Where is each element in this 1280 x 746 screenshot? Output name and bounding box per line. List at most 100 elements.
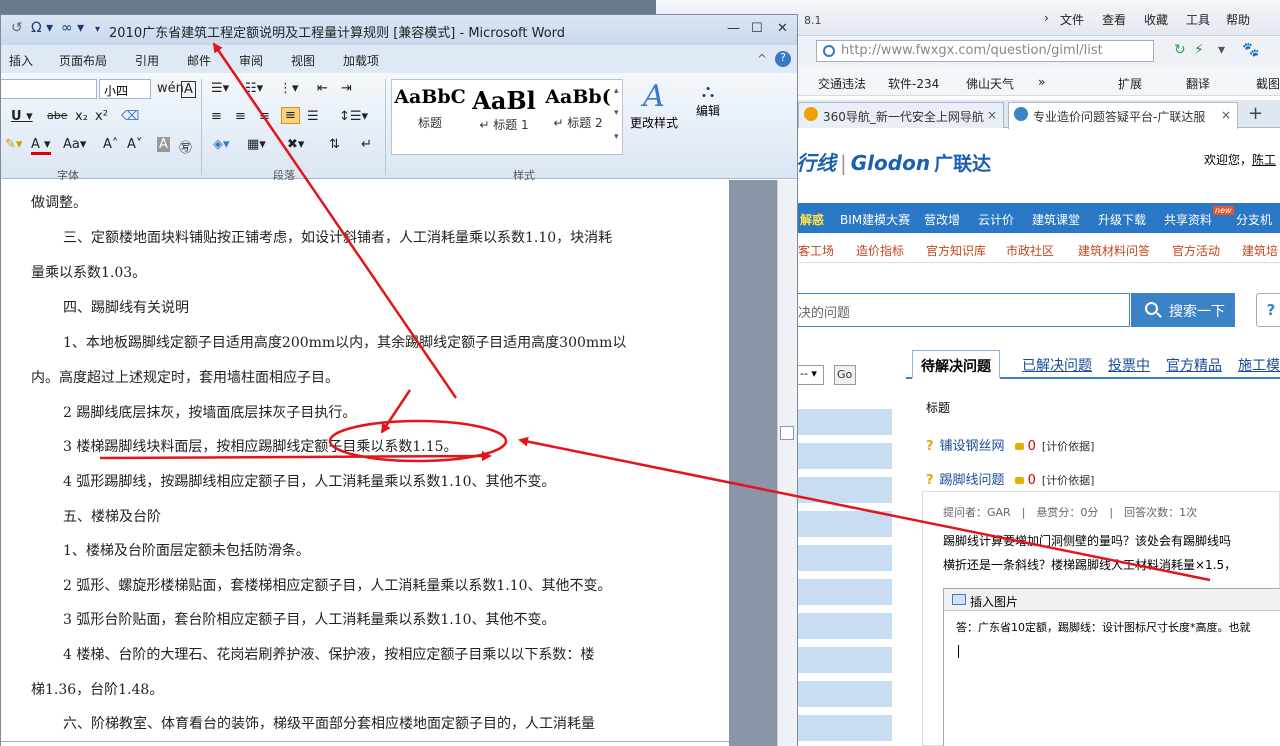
change-styles-button[interactable]: A 更改样式 — [629, 79, 679, 131]
subscript-icon[interactable]: x₂ — [75, 109, 88, 124]
nav-download[interactable]: 升级下载 — [1098, 211, 1146, 228]
undo-icon[interactable]: ↺ — [11, 20, 23, 36]
fav-more-icon[interactable]: » — [1038, 75, 1045, 89]
tab-pending[interactable]: 待解决问题 — [912, 350, 1000, 379]
tab-insert[interactable]: 插入 — [9, 52, 33, 69]
tab-close-icon[interactable]: × — [1221, 108, 1231, 122]
sidebar-row[interactable] — [796, 409, 892, 435]
new-tab-button[interactable]: + — [1248, 103, 1263, 124]
fav-screenshot[interactable]: 截图 — [1256, 75, 1280, 92]
nav-yunjijia[interactable]: 云计价 — [978, 211, 1014, 228]
ribbon-minimize-icon[interactable]: ^ — [757, 52, 767, 66]
nav2-index[interactable]: 造价指标 — [856, 242, 904, 259]
nav-yinggaizeng[interactable]: 营改增 — [924, 211, 960, 228]
answer-text[interactable]: 答：广东省10定额，踢脚线：设计图标尺寸长度*高度。也就 — [944, 611, 1280, 635]
image-icon[interactable] — [952, 594, 966, 605]
font-name-box[interactable] — [1, 79, 97, 99]
nav-jiehuo[interactable]: 解惑 — [800, 211, 824, 228]
menu-help[interactable]: 帮助 — [1226, 11, 1250, 28]
sidebar-row[interactable] — [796, 613, 892, 639]
tab-construction[interactable]: 施工模 — [1238, 355, 1280, 375]
insert-image-button[interactable]: 插入图片 — [970, 595, 1018, 609]
fav-traffic[interactable]: 交通违法 — [818, 75, 866, 92]
font-color-icon[interactable]: A ▾ — [31, 137, 51, 155]
tab-page-layout[interactable]: 页面布局 — [59, 52, 107, 69]
bullets-icon[interactable]: ☰▾ — [211, 81, 229, 96]
sidebar-row[interactable] — [796, 443, 892, 469]
nav2-municipal[interactable]: 市政社区 — [1006, 242, 1054, 259]
maximize-button[interactable]: ☐ — [751, 21, 763, 36]
document-page[interactable]: 做调整。 三、定额楼地面块料铺贴按正铺考虑，如设计斜铺者，人工消耗量乘以系数1.… — [1, 180, 729, 746]
sidebar-row[interactable] — [796, 511, 892, 537]
fav-extension[interactable]: 扩展 — [1118, 75, 1142, 92]
lightning-icon[interactable]: ⚡ — [1194, 42, 1204, 58]
menu-favorites[interactable]: 收藏 — [1144, 11, 1168, 28]
close-button[interactable]: ✕ — [777, 21, 788, 36]
fav-translate[interactable]: 翻译 — [1186, 75, 1210, 92]
sidebar-row[interactable] — [796, 545, 892, 571]
user-link[interactable]: 陈工 — [1252, 153, 1276, 167]
address-bar[interactable]: http://www.fwxgx.com/question/giml/list — [816, 40, 1154, 62]
question-link[interactable]: 铺设钢丝网 — [940, 439, 1005, 454]
gallery-more-icon[interactable]: ▾ — [614, 132, 619, 142]
refresh-icon[interactable]: ↻ — [1174, 42, 1186, 58]
editing-button[interactable]: ⛬ 编辑 — [691, 81, 725, 119]
grow-font-icon[interactable]: A˄ — [103, 137, 118, 152]
align-right-icon[interactable]: ≡ — [259, 109, 270, 124]
search-button[interactable]: 搜索一下 — [1131, 293, 1235, 327]
line-spacing-icon[interactable]: ↕☰▾ — [339, 109, 368, 124]
tab-official[interactable]: 官方精品 — [1166, 355, 1222, 375]
sidebar-row[interactable] — [796, 715, 892, 741]
search-input[interactable]: 决的问题 — [796, 293, 1130, 327]
nav-branch[interactable]: 分支机 — [1236, 211, 1272, 228]
tab-review[interactable]: 审阅 — [239, 52, 263, 69]
gallery-down-icon[interactable]: ▾ — [614, 108, 619, 118]
nav2-kegongchang[interactable]: 客工场 — [798, 242, 834, 259]
underline-icon[interactable]: U ▾ — [11, 109, 33, 124]
shading-icon[interactable]: ◈▾ — [213, 137, 230, 152]
sidebar-row[interactable] — [796, 681, 892, 707]
nav2-activities[interactable]: 官方活动 — [1172, 242, 1220, 259]
minimize-button[interactable]: — — [727, 21, 740, 36]
nav-share[interactable]: 共享资料 — [1164, 211, 1212, 228]
chinese-layout-icon[interactable]: ✖▾ — [287, 137, 304, 152]
sort-icon[interactable]: ⇅ — [329, 137, 340, 152]
sidebar-row[interactable] — [796, 477, 892, 503]
tab-voting[interactable]: 投票中 — [1108, 355, 1150, 375]
link-icon[interactable]: ∞ ▾ — [61, 20, 84, 36]
browser-tab-glodon[interactable]: 专业造价问题答疑平台-广联达服 × — [1008, 102, 1238, 129]
tab-references[interactable]: 引用 — [135, 52, 159, 69]
nav2-material-qa[interactable]: 建筑材料问答 — [1078, 242, 1150, 259]
category-select[interactable]: -- ▾ — [796, 365, 824, 385]
gallery-up-icon[interactable]: ▴ — [614, 86, 619, 96]
symbol-icon[interactable]: Ω ▾ — [31, 20, 53, 36]
font-size-box[interactable]: 小四 — [99, 79, 151, 99]
baidu-paw-icon[interactable]: 🐾 — [1242, 42, 1259, 58]
fav-software[interactable]: 软件-234 — [888, 75, 939, 92]
char-border-icon[interactable]: A — [181, 81, 196, 98]
multilevel-icon[interactable]: ⋮▾ — [279, 81, 299, 96]
numbering-icon[interactable]: ☷▾ — [245, 81, 263, 96]
superscript-icon[interactable]: x² — [95, 109, 108, 124]
nav2-knowledge[interactable]: 官方知识库 — [926, 242, 986, 259]
scroll-thumb[interactable] — [780, 426, 794, 440]
borders-icon[interactable]: ▦▾ — [247, 137, 266, 152]
highlight-icon[interactable]: ✎▾ — [5, 137, 22, 152]
shrink-font-icon[interactable]: A˅ — [127, 137, 142, 152]
nav2-training[interactable]: 建筑培 — [1242, 242, 1278, 259]
question-link[interactable]: 踢脚线问题 — [940, 473, 1005, 488]
help-button[interactable]: ? — [1256, 293, 1280, 327]
style-title[interactable]: AaBbC 标题 — [394, 86, 466, 131]
nav-bim[interactable]: BIM建模大赛 — [840, 211, 910, 228]
menu-back-arrow-icon[interactable]: › — [1044, 11, 1049, 25]
change-case-icon[interactable]: Aa▾ — [63, 137, 86, 152]
align-center-icon[interactable]: ≡ — [235, 109, 246, 124]
tab-solved[interactable]: 已解决问题 — [1022, 355, 1092, 375]
menu-file[interactable]: 文件 — [1060, 11, 1084, 28]
go-button[interactable]: Go — [834, 365, 856, 385]
style-heading-1[interactable]: AaBl ↵ 标题 1 — [468, 86, 540, 133]
answer-editor[interactable]: 插入图片 答：广东省10定额，踢脚线：设计图标尺寸长度*高度。也就 — [943, 588, 1280, 746]
vertical-scrollbar[interactable] — [777, 180, 797, 746]
clear-format-icon[interactable]: ⌫ — [121, 109, 139, 124]
fav-weather[interactable]: 佛山天气 — [966, 75, 1014, 92]
